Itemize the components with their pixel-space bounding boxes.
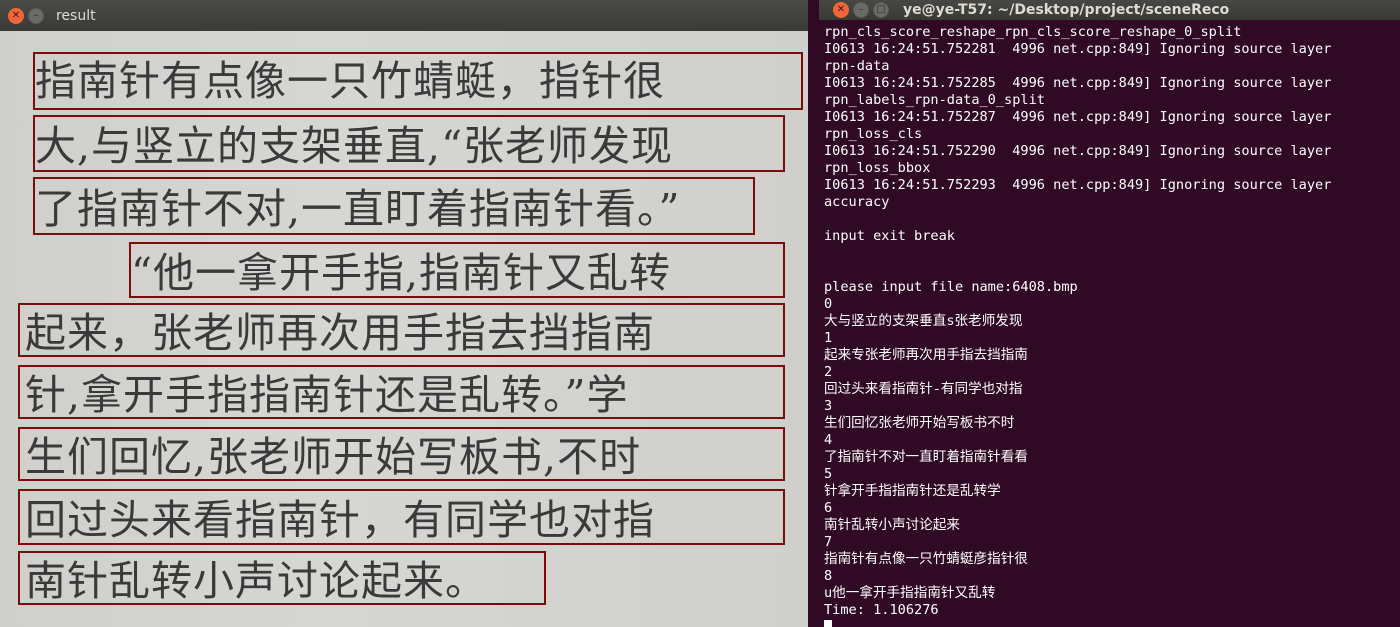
terminal-line: 7 (824, 534, 833, 550)
text-line-1: 大,与竖立的支架垂直,“张老师发现 (35, 122, 674, 170)
text-line-6: 生们回忆,张老师开始写板书,不时 (25, 433, 642, 481)
terminal-line: I0613 16:24:51.752281 4996 net.cpp:849] … (824, 41, 1332, 57)
terminal-prompt-line[interactable] (824, 619, 1400, 627)
terminal-line: rpn_loss_bbox (824, 160, 931, 176)
terminal-title: ye@ye-T57: ~/Desktop/project/sceneReco (903, 2, 1230, 18)
close-icon[interactable]: ✕ (8, 7, 24, 24)
text-line-2: 了指南针不对,一直盯着指南针看。” (35, 185, 681, 233)
terminal-line: 3 (824, 398, 833, 414)
text-line-4: 起来，张老师再次用手指去挡指南 (25, 309, 655, 357)
window-title: result (56, 7, 96, 24)
terminal-line: 起来专张老师再次用手指去挡指南 (824, 347, 1028, 363)
terminal-line: 南针乱转小声讨论起来 (824, 517, 960, 533)
maximize-icon[interactable]: □ (873, 2, 889, 18)
terminal-line: 0 (824, 296, 833, 312)
terminal-line: accuracy (824, 194, 890, 210)
text-line-5: 针,拿开手指指南针还是乱转。”学 (25, 371, 629, 419)
terminal-line: 6 (824, 500, 833, 516)
terminal-line: 1 (824, 330, 833, 346)
terminal-line: 了指南针不对一直盯着指南针看看 (824, 449, 1028, 465)
terminal-line: rpn-data (824, 58, 890, 74)
scanned-page: 指南针有点像一只竹蜻蜓，指针很 大,与竖立的支架垂直,“张老师发现 了指南针不对… (0, 31, 808, 627)
terminal-line: 指南针有点像一只竹蜻蜓彦指针很 (824, 551, 1028, 567)
terminal-line: Time: 1.106276 (824, 602, 939, 618)
terminal-line: rpn_cls_score_reshape_rpn_cls_score_resh… (824, 24, 1242, 40)
terminal-line: rpn_labels_rpn-data_0_split (824, 92, 1045, 108)
close-icon[interactable]: ✕ (833, 2, 849, 18)
terminal-line: 回过头来看指南针-有同学也对指 (824, 381, 1023, 397)
text-line-3: “他一拿开手指,指南针又乱转 (131, 249, 671, 297)
terminal-window[interactable]: ✕ – □ ye@ye-T57: ~/Desktop/project/scene… (819, 0, 1400, 627)
result-window: ✕ – result 指南针有点像一只竹蜻蜓，指针很 大,与竖立的支架垂直,“张… (0, 0, 808, 627)
terminal-line: u他一拿开手指指南针又乱转 (824, 585, 996, 601)
text-line-8: 南针乱转小声讨论起来。 (25, 557, 487, 605)
terminal-line: 生们回忆张老师开始写板书不时 (824, 415, 1015, 431)
minimize-icon[interactable]: – (853, 2, 869, 18)
terminal-line: 针拿开手指指南针还是乱转学 (824, 483, 1001, 499)
minimize-icon[interactable]: – (28, 7, 44, 24)
window-gap (808, 0, 819, 627)
text-line-7: 回过头来看指南针，有同学也对指 (25, 496, 655, 544)
terminal-line: I0613 16:24:51.752287 4996 net.cpp:849] … (824, 109, 1332, 125)
terminal-line: 大与竖立的支架垂直s张老师发现 (824, 313, 1023, 329)
terminal-line: rpn_loss_cls (824, 126, 923, 142)
terminal-line: I0613 16:24:51.752293 4996 net.cpp:849] … (824, 177, 1332, 193)
terminal-output[interactable]: rpn_cls_score_reshape_rpn_cls_score_resh… (824, 24, 1400, 627)
text-line-0: 指南针有点像一只竹蜻蜓，指针很 (35, 57, 665, 105)
terminal-cursor (824, 620, 832, 627)
terminal-titlebar[interactable]: ✕ – □ ye@ye-T57: ~/Desktop/project/scene… (819, 0, 1400, 20)
result-titlebar[interactable]: ✕ – result (0, 0, 808, 31)
terminal-line: 4 (824, 432, 833, 448)
terminal-line: I0613 16:24:51.752285 4996 net.cpp:849] … (824, 75, 1332, 91)
terminal-line: please input file name:6408.bmp (824, 279, 1078, 295)
terminal-line: 5 (824, 466, 833, 482)
terminal-line: 2 (824, 364, 833, 380)
terminal-line: input exit break (824, 228, 955, 244)
terminal-line: 8 (824, 568, 833, 584)
terminal-line: I0613 16:24:51.752290 4996 net.cpp:849] … (824, 143, 1332, 159)
